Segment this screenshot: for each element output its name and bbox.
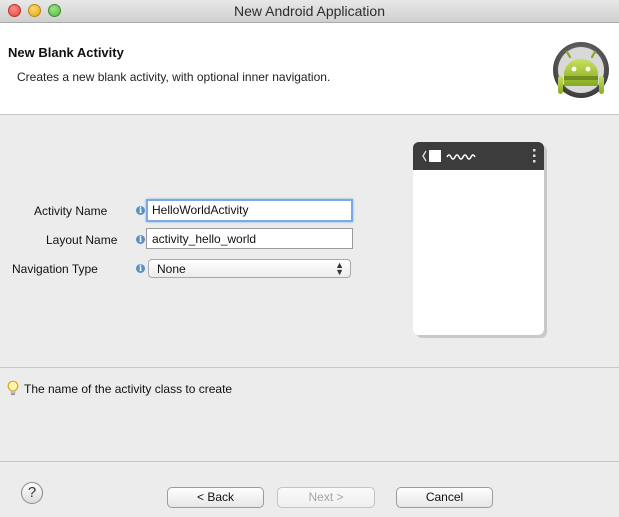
- activity-name-input[interactable]: HelloWorldActivity: [146, 199, 353, 222]
- activity-name-label: Activity Name: [34, 204, 108, 218]
- android-logo-icon: [553, 42, 609, 98]
- hint-divider: [0, 367, 619, 368]
- wizard-window: New Android Application New Blank Activi…: [0, 0, 619, 517]
- navigation-type-value: None: [157, 262, 186, 276]
- next-button[interactable]: Next >: [277, 487, 375, 508]
- window-title: New Android Application: [234, 3, 385, 19]
- activity-name-info-icon[interactable]: i: [136, 206, 145, 215]
- page-title: New Blank Activity: [8, 45, 124, 60]
- back-button[interactable]: < Back: [167, 487, 264, 508]
- layout-name-info-icon[interactable]: i: [136, 235, 145, 244]
- layout-name-input[interactable]: activity_hello_world: [146, 228, 353, 249]
- layout-name-label: Layout Name: [46, 233, 118, 247]
- wizard-header: New Blank Activity Creates a new blank a…: [0, 23, 619, 115]
- navigation-type-select[interactable]: None ▲ ▼: [148, 259, 351, 278]
- cancel-button[interactable]: Cancel: [396, 487, 493, 508]
- help-button[interactable]: ?: [21, 482, 43, 504]
- activity-preview-image: [413, 142, 547, 338]
- hint-text: The name of the activity class to create: [24, 382, 233, 396]
- title-bar[interactable]: New Android Application: [0, 0, 619, 23]
- footer-divider: [0, 461, 619, 462]
- navigation-type-info-icon[interactable]: i: [136, 264, 145, 273]
- select-arrows-icon: ▲ ▼: [335, 260, 344, 277]
- lightbulb-icon: [7, 380, 19, 396]
- page-description: Creates a new blank activity, with optio…: [17, 70, 331, 84]
- navigation-type-label: Navigation Type: [12, 262, 98, 276]
